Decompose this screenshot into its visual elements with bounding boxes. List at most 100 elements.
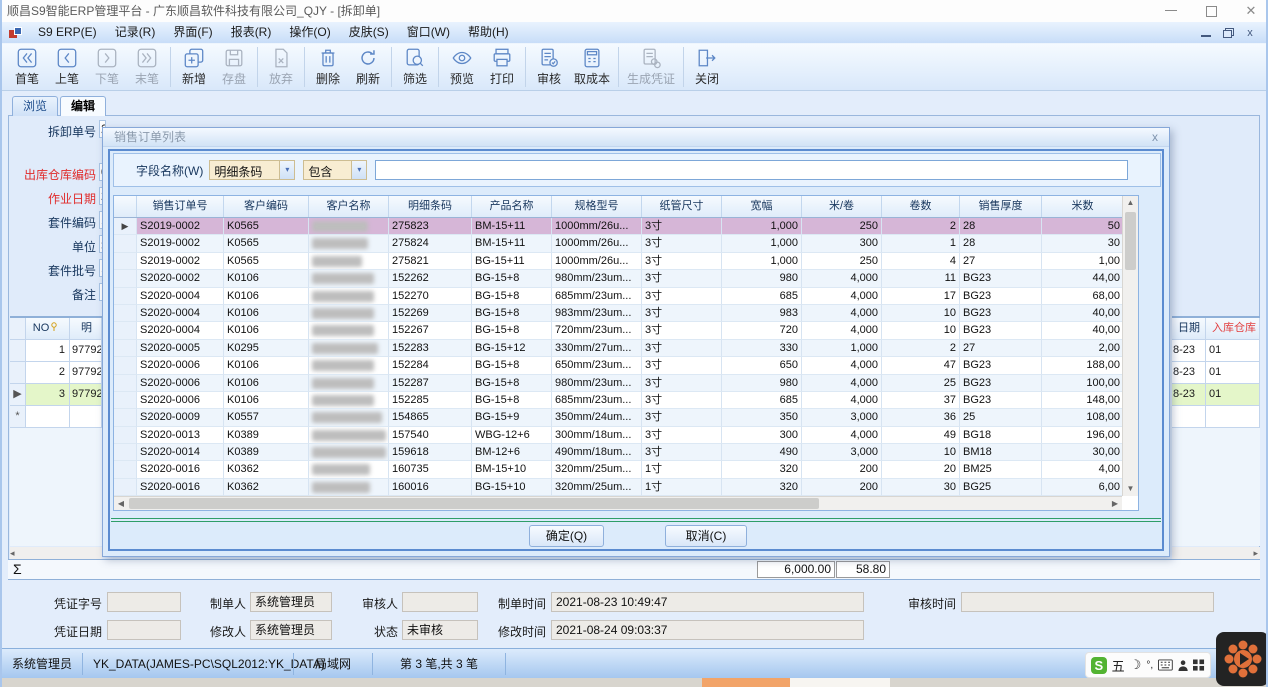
filter-field-select[interactable]: 明细条码 ▾ xyxy=(209,160,295,180)
audit-button[interactable]: 审核 xyxy=(529,45,569,89)
tab-browse[interactable]: 浏览 xyxy=(12,96,58,116)
order-row[interactable]: S2020-0002K0106152262BG-15+8980mm/23um..… xyxy=(114,270,1138,287)
order-row[interactable]: S2020-0004K0106152269BG-15+8983mm/23um..… xyxy=(114,305,1138,322)
moon-icon[interactable]: ☽ xyxy=(1130,657,1142,673)
get-cost-button[interactable]: 取成本 xyxy=(569,45,615,89)
horizontal-scrollbar[interactable]: ◀ ▶ xyxy=(114,496,1122,510)
vertical-scrollbar[interactable]: ▲ ▼ xyxy=(1122,196,1138,496)
voucher-no-field[interactable] xyxy=(107,592,181,612)
menu-help[interactable]: 帮助(H) xyxy=(459,22,518,43)
row-selector[interactable] xyxy=(114,357,137,374)
detail-row[interactable]: 297792 xyxy=(10,362,102,384)
row-selector[interactable] xyxy=(114,461,137,478)
column-header-thick[interactable]: 销售厚度 xyxy=(960,196,1042,217)
filter-operator-select[interactable]: 包含 ▾ xyxy=(303,160,367,180)
first-record-button[interactable]: 首笔 xyxy=(7,45,47,89)
mdi-minimize-icon[interactable] xyxy=(1200,27,1212,39)
filter-value-input[interactable] xyxy=(375,160,1128,180)
detail-row[interactable]: 8-2301 xyxy=(1172,340,1260,362)
refresh-button[interactable]: 刷新 xyxy=(348,45,388,89)
floating-app-logo[interactable] xyxy=(1216,632,1268,686)
order-row[interactable]: S2020-0016K0362160016BG-15+10320mm/25um.… xyxy=(114,479,1138,496)
print-button[interactable]: 打印 xyxy=(482,45,522,89)
menu-s9erp[interactable]: S9 ERP(E) xyxy=(29,22,106,43)
dialog-titlebar[interactable]: 销售订单列表 x xyxy=(103,128,1169,147)
vscroll-thumb[interactable] xyxy=(1125,212,1136,270)
column-header-rolls[interactable]: 卷数 xyxy=(882,196,960,217)
order-row[interactable]: S2020-0013K0389157540WBG-12+6300mm/18um.… xyxy=(114,427,1138,444)
menu-operation[interactable]: 操作(O) xyxy=(280,22,339,43)
row-selector[interactable] xyxy=(114,392,137,409)
taskbar-active-app[interactable] xyxy=(702,678,790,687)
detail-row-selected[interactable]: 8-2301 xyxy=(1172,384,1260,406)
column-header-width[interactable]: 宽幅 xyxy=(722,196,802,217)
person-icon[interactable] xyxy=(1178,659,1188,672)
mdi-close-icon[interactable]: x xyxy=(1244,27,1256,39)
prev-record-button[interactable]: 上笔 xyxy=(47,45,87,89)
filter-button[interactable]: 筛选 xyxy=(395,45,435,89)
order-row[interactable]: S2020-0016K0362160735BM-15+10320mm/25um.… xyxy=(114,461,1138,478)
scroll-up-icon[interactable]: ▲ xyxy=(1123,196,1138,210)
dialog-close-icon[interactable]: x xyxy=(1148,130,1162,144)
row-selector[interactable] xyxy=(114,270,137,287)
row-selector[interactable] xyxy=(114,305,137,322)
column-header-order[interactable]: 销售订单号 xyxy=(137,196,224,217)
row-selector[interactable] xyxy=(114,288,137,305)
date-column-header[interactable]: 日期 xyxy=(1172,318,1206,340)
column-header-blur[interactable]: 客户名称 xyxy=(309,196,389,217)
delete-button[interactable]: 删除 xyxy=(308,45,348,89)
order-row[interactable]: S2020-0004K0106152270BG-15+8685mm/23um..… xyxy=(114,288,1138,305)
menu-interface[interactable]: 界面(F) xyxy=(164,22,221,43)
toolbox-grid-icon[interactable] xyxy=(1193,659,1205,672)
order-row[interactable]: S2020-0006K0106152285BG-15+8685mm/23um..… xyxy=(114,392,1138,409)
row-selector[interactable] xyxy=(114,340,137,357)
column-header-tube[interactable]: 纸管尺寸 xyxy=(642,196,722,217)
order-row[interactable]: S2020-0014K0389159618BM-12+6490mm/18um..… xyxy=(114,444,1138,461)
close-icon[interactable]: ✕ xyxy=(1244,4,1258,18)
mdi-restore-icon[interactable] xyxy=(1222,27,1234,39)
row-selector[interactable] xyxy=(114,444,137,461)
column-header-prod[interactable]: 产品名称 xyxy=(472,196,552,217)
row-selector[interactable]: ▶ xyxy=(114,218,137,235)
detail-row-selected[interactable]: ▶397792 xyxy=(10,384,102,406)
order-row[interactable]: S2020-0005K0295152283BG-15+12330mm/27um.… xyxy=(114,340,1138,357)
maximize-icon[interactable] xyxy=(1204,4,1218,18)
keyboard-icon[interactable] xyxy=(1158,659,1173,671)
scroll-right-icon[interactable]: ▶ xyxy=(1108,497,1122,510)
grid-hscrollbar-right[interactable]: ▸ xyxy=(1172,547,1260,559)
no-column-header[interactable]: NO xyxy=(26,318,70,340)
detail-row-new[interactable]: * xyxy=(10,406,102,428)
in-warehouse-column-header[interactable]: 入库仓库 xyxy=(1206,318,1260,340)
row-selector[interactable] xyxy=(114,375,137,392)
menu-window[interactable]: 窗口(W) xyxy=(398,22,459,43)
column-header-meters[interactable]: 米数 xyxy=(1042,196,1124,217)
menu-record[interactable]: 记录(R) xyxy=(106,22,165,43)
detail-row[interactable]: 197792 xyxy=(10,340,102,362)
minimize-icon[interactable] xyxy=(1164,4,1178,18)
scroll-left-icon[interactable]: ◀ xyxy=(114,497,128,510)
ok-button[interactable]: 确定(Q) xyxy=(529,525,604,547)
order-row[interactable]: ▶S2019-0002K0565275823BM-15+111000mm/26u… xyxy=(114,218,1138,235)
column-header-spec[interactable]: 规格型号 xyxy=(552,196,642,217)
menu-report[interactable]: 报表(R) xyxy=(222,22,281,43)
column-header-mpr[interactable]: 米/卷 xyxy=(802,196,882,217)
order-row[interactable]: S2020-0006K0106152284BG-15+8650mm/23um..… xyxy=(114,357,1138,374)
preview-button[interactable]: 预览 xyxy=(442,45,482,89)
voucher-date-field[interactable] xyxy=(107,620,181,640)
close-form-button[interactable]: 关闭 xyxy=(687,45,727,89)
menu-skin[interactable]: 皮肤(S) xyxy=(340,22,398,43)
detail-column-header[interactable]: 明 xyxy=(70,318,102,340)
order-row[interactable]: S2020-0009K0557154865BG-15+9350mm/24um..… xyxy=(114,409,1138,426)
row-selector[interactable] xyxy=(114,235,137,252)
row-selector[interactable] xyxy=(114,253,137,270)
tab-edit[interactable]: 编辑 xyxy=(60,96,106,116)
row-selector[interactable] xyxy=(114,479,137,496)
detail-row[interactable]: 8-2301 xyxy=(1172,362,1260,384)
grid-hscrollbar-left[interactable]: ◂ xyxy=(10,547,102,559)
wubi-mode-icon[interactable]: 五 xyxy=(1112,656,1125,675)
sogou-ime-icon[interactable]: S xyxy=(1091,657,1107,674)
scroll-down-icon[interactable]: ▼ xyxy=(1123,482,1138,496)
punctuation-icon[interactable]: °, xyxy=(1146,660,1153,671)
order-row[interactable]: S2020-0006K0106152287BG-15+8980mm/23um..… xyxy=(114,375,1138,392)
order-row[interactable]: S2019-0002K0565275824BM-15+111000mm/26u.… xyxy=(114,235,1138,252)
